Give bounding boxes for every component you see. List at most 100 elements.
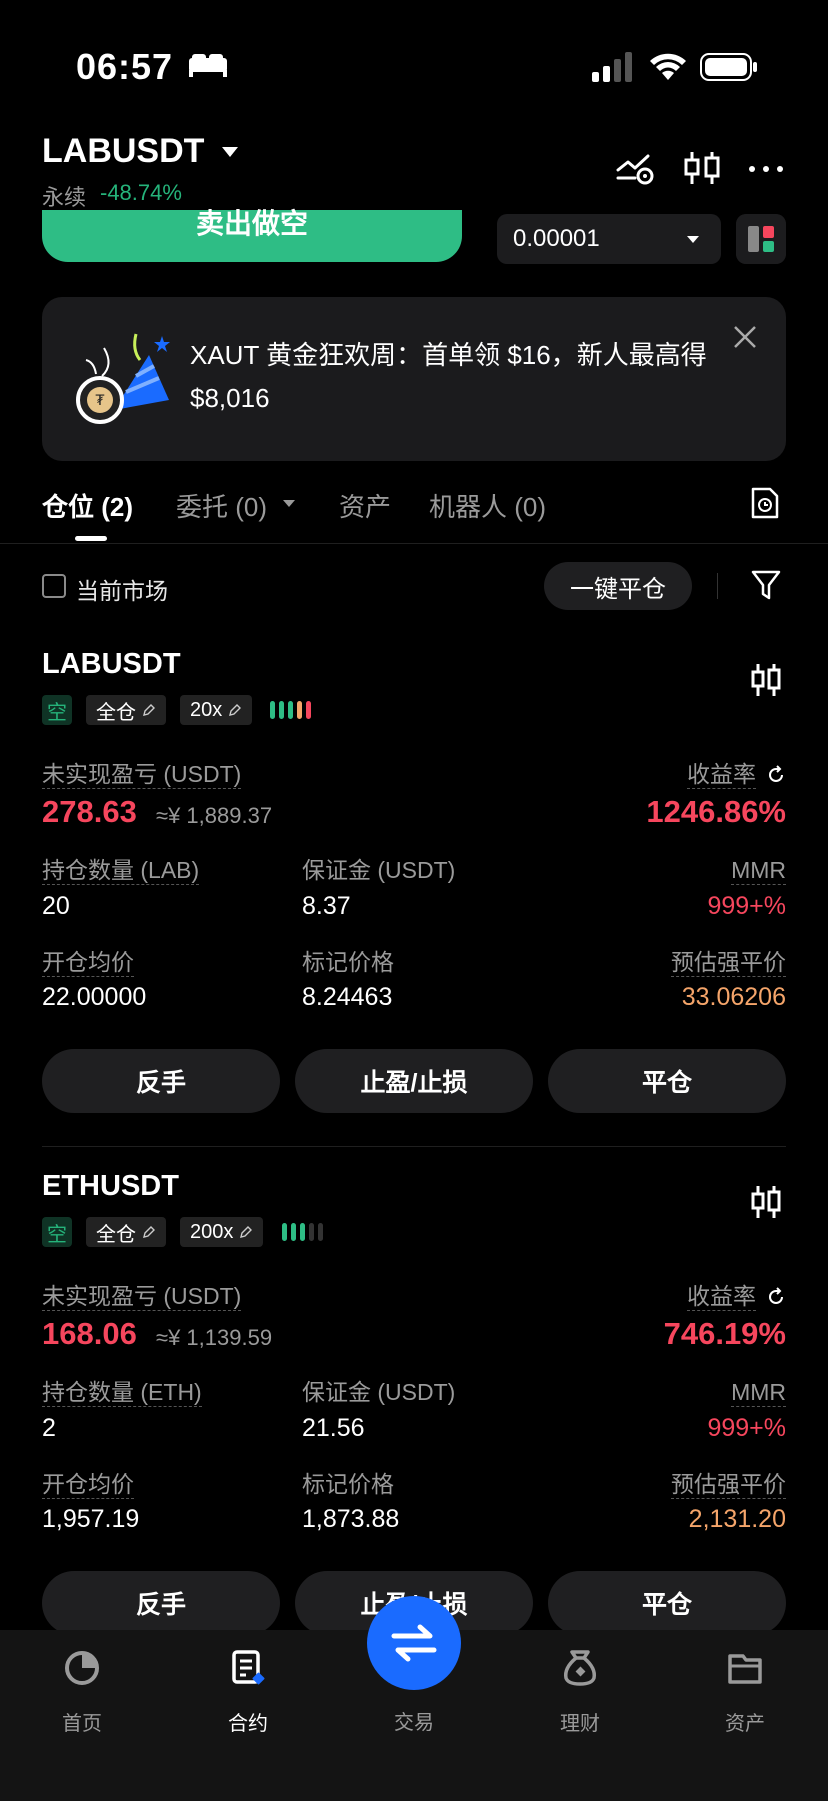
price-change: -48.74% bbox=[100, 180, 182, 205]
unrealized-pnl-label[interactable]: 未实现盈亏 (USDT) bbox=[42, 1282, 242, 1311]
reverse-position-button[interactable]: 反手 bbox=[42, 1049, 280, 1113]
unrealized-pnl-cny: ≈¥ 1,889.37 bbox=[156, 803, 273, 828]
margin-mode-tag[interactable]: 全仓 bbox=[86, 695, 166, 725]
sell-short-button[interactable]: 卖出做空 bbox=[42, 208, 462, 262]
nav-contract-label: 合约 bbox=[228, 1713, 268, 1735]
unrealized-pnl-label[interactable]: 未实现盈亏 (USDT) bbox=[42, 760, 242, 789]
risk-bar bbox=[300, 1223, 305, 1241]
risk-bar bbox=[291, 1223, 296, 1241]
leverage-tag[interactable]: 200x bbox=[180, 1217, 264, 1247]
promo-banner-text: XAUT 黄金狂欢周：首单领 $16，新人最高得 $8,016 bbox=[190, 340, 707, 413]
position-symbol[interactable]: ETHUSDT bbox=[42, 1170, 179, 1203]
nav-contract[interactable]: 合约 bbox=[188, 1648, 308, 1736]
entry-price-value: 22.00000 bbox=[42, 983, 147, 1011]
tab-orders[interactable]: 委托 (0) bbox=[176, 487, 267, 524]
current-market-checkbox[interactable] bbox=[42, 574, 66, 598]
close-position-button[interactable]: 平仓 bbox=[548, 1049, 786, 1113]
active-tab-indicator bbox=[75, 536, 107, 541]
unrealized-pnl-value: 278.63 bbox=[42, 794, 137, 829]
position-size-label[interactable]: 持仓数量 (ETH) bbox=[42, 1378, 202, 1407]
mark-price-label: 标记价格 bbox=[302, 949, 394, 975]
leverage-label: 20x bbox=[190, 698, 223, 721]
roi-header[interactable]: 收益率 bbox=[687, 1282, 786, 1311]
close-all-positions-button[interactable]: 一键平仓 bbox=[544, 562, 692, 610]
quantity-precision-select[interactable]: 0.00001 bbox=[497, 214, 721, 264]
mmr-value: 999+% bbox=[707, 892, 786, 920]
margin-mode-tag[interactable]: 全仓 bbox=[86, 1217, 166, 1247]
tab-positions[interactable]: 仓位 (2) bbox=[42, 487, 133, 524]
history-document-icon[interactable] bbox=[750, 486, 780, 520]
trade-swap-button[interactable] bbox=[367, 1596, 461, 1690]
roi-value: 1246.86% bbox=[646, 794, 786, 829]
roi-label: 收益率 bbox=[687, 761, 756, 789]
tp-sl-button[interactable]: 止盈/止损 bbox=[295, 1049, 533, 1113]
entry-price-label[interactable]: 开仓均价 bbox=[42, 948, 134, 977]
risk-bar bbox=[282, 1223, 287, 1241]
entry-price-label[interactable]: 开仓均价 bbox=[42, 1470, 134, 1499]
cellular-signal-icon bbox=[592, 52, 632, 82]
risk-bar bbox=[297, 701, 302, 719]
risk-bar bbox=[279, 701, 284, 719]
mark-price-label: 标记价格 bbox=[302, 1471, 394, 1497]
wifi-icon bbox=[650, 53, 686, 80]
mmr-label[interactable]: MMR bbox=[731, 1378, 786, 1407]
share-refresh-icon[interactable] bbox=[766, 764, 786, 785]
risk-bar bbox=[309, 1223, 314, 1241]
nav-home-label: 首页 bbox=[62, 1713, 102, 1735]
more-menu-icon[interactable] bbox=[746, 148, 786, 188]
current-market-label: 当前市场 bbox=[76, 578, 168, 604]
price-alert-icon[interactable] bbox=[615, 148, 655, 188]
sleep-mode-icon bbox=[189, 54, 227, 77]
share-refresh-icon[interactable] bbox=[766, 1286, 786, 1307]
liquidation-price-label[interactable]: 预估强平价 bbox=[671, 1470, 786, 1499]
tab-assets[interactable]: 资产 bbox=[339, 487, 391, 524]
risk-bar bbox=[306, 701, 311, 719]
contract-icon bbox=[232, 1650, 265, 1685]
chevron-down-icon bbox=[687, 236, 699, 243]
orderbook-layout-icon[interactable] bbox=[736, 214, 786, 264]
tab-bots[interactable]: 机器人 (0) bbox=[429, 487, 546, 524]
nav-earn[interactable]: 理财 bbox=[520, 1648, 640, 1736]
svg-text:₮: ₮ bbox=[96, 393, 105, 409]
position-size-label[interactable]: 持仓数量 (LAB) bbox=[42, 856, 200, 885]
contract-type: 永续 bbox=[42, 185, 87, 210]
side-badge: 空 bbox=[42, 695, 72, 725]
nav-assets[interactable]: 资产 bbox=[685, 1648, 805, 1736]
leverage-tag[interactable]: 20x bbox=[180, 695, 253, 725]
risk-level-bars bbox=[270, 701, 311, 719]
roi-label: 收益率 bbox=[687, 1283, 756, 1311]
leverage-label: 200x bbox=[190, 1220, 234, 1243]
liquidation-price-label[interactable]: 预估强平价 bbox=[671, 948, 786, 977]
reverse-position-button[interactable]: 反手 bbox=[42, 1571, 280, 1635]
earn-icon bbox=[563, 1650, 597, 1686]
close-icon[interactable] bbox=[730, 322, 760, 352]
margin-mode-label: 全仓 bbox=[96, 701, 136, 724]
side-badge: 空 bbox=[42, 1217, 72, 1247]
home-icon bbox=[65, 1651, 99, 1685]
margin-value: 21.56 bbox=[302, 1414, 365, 1442]
status-time: 06:57 bbox=[76, 46, 174, 87]
mark-price-value: 8.24463 bbox=[302, 983, 393, 1011]
candlestick-chart-icon[interactable] bbox=[682, 148, 722, 188]
edit-pencil-icon bbox=[143, 1226, 155, 1238]
candlestick-chart-icon[interactable] bbox=[750, 1184, 782, 1220]
candlestick-chart-icon[interactable] bbox=[750, 662, 782, 698]
unrealized-pnl-cny: ≈¥ 1,139.59 bbox=[156, 1325, 273, 1350]
liquidation-price-value: 33.06206 bbox=[681, 983, 786, 1011]
nav-trade-label[interactable]: 交易 bbox=[354, 1706, 474, 1735]
mmr-label[interactable]: MMR bbox=[731, 856, 786, 885]
nav-home[interactable]: 首页 bbox=[22, 1648, 142, 1736]
risk-bar bbox=[288, 701, 293, 719]
position-size-value: 2 bbox=[42, 1414, 56, 1442]
pair-dropdown-caret-icon[interactable] bbox=[222, 147, 238, 157]
trading-pair-title[interactable]: LABUSDT bbox=[42, 132, 204, 171]
tabs-divider bbox=[0, 543, 828, 544]
filter-separator bbox=[717, 573, 718, 599]
margin-mode-label: 全仓 bbox=[96, 1223, 136, 1246]
position-symbol[interactable]: LABUSDT bbox=[42, 648, 181, 681]
filter-icon[interactable] bbox=[750, 568, 782, 602]
roi-header[interactable]: 收益率 bbox=[687, 760, 786, 789]
risk-bar bbox=[318, 1223, 323, 1241]
close-position-button[interactable]: 平仓 bbox=[548, 1571, 786, 1635]
orders-dropdown-caret-icon[interactable] bbox=[283, 500, 295, 507]
